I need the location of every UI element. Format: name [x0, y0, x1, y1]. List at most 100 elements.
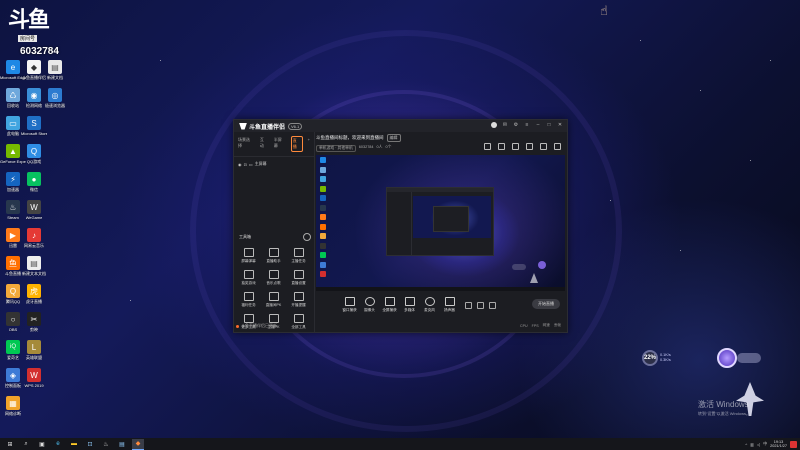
platform-logo: 斗鱼 — [8, 7, 50, 33]
clock[interactable]: 19:13 2021/1/27 — [770, 440, 787, 448]
tool-assistant[interactable]: 直播助手 — [261, 248, 286, 264]
window-controls: ✉ ⚙ ≡ – □ ✕ — [491, 122, 563, 128]
volume-icon[interactable]: ◁ — [757, 442, 760, 447]
toolbox-title: 工具箱 — [239, 234, 251, 239]
link-icon[interactable] — [554, 143, 561, 150]
start-live-button[interactable]: 开始直播 — [532, 299, 560, 309]
notification-icon[interactable] — [790, 440, 797, 448]
app-icon: ▶ — [6, 228, 20, 242]
share-icon[interactable] — [484, 143, 491, 150]
screen-icon — [243, 248, 254, 257]
stream-preview[interactable] — [316, 155, 565, 291]
desktop-icon[interactable]: ♪ 网易云音乐 — [21, 228, 47, 255]
streamer-badge: 斗鱼 房间号 6032784 — [2, 2, 62, 57]
desktop-icon[interactable]: S Microsoft Store — [21, 116, 47, 143]
window-capture-button[interactable]: 窗口捕获 — [340, 297, 359, 313]
chevron-up-icon[interactable]: ^ — [745, 442, 747, 447]
desktop-icon[interactable]: W WeGame — [21, 200, 47, 227]
desktop-icon[interactable]: Q QQ游戏 — [21, 144, 47, 171]
speaker-button[interactable]: 扬声器 — [440, 297, 459, 313]
tab-scene-select[interactable]: 场景选择 — [237, 136, 255, 152]
message-icon[interactable]: ✉ — [502, 122, 508, 128]
app-icon[interactable]: ▤ — [116, 439, 128, 449]
snapshot-icon[interactable] — [526, 143, 533, 150]
floating-logo-widget[interactable] — [717, 348, 767, 370]
camera-icon — [364, 297, 375, 306]
mini-icon — [320, 185, 326, 192]
tool-room-pk[interactable]: 直播间PK — [261, 292, 286, 308]
mini-icon — [320, 195, 326, 201]
camera-button[interactable]: 摄像头 — [360, 297, 379, 313]
menu-icon[interactable]: ≡ — [524, 122, 530, 128]
category-chip[interactable]: 单机游戏 · 其他单机 — [316, 145, 356, 152]
tool-lottery[interactable]: 抽奖游戏 — [236, 270, 261, 286]
eye-icon[interactable]: ◉ — [238, 162, 242, 167]
start-button[interactable]: ⊞ — [4, 439, 16, 449]
desktop-icon[interactable]: ● 微信 — [21, 172, 47, 199]
toolbox-settings-icon[interactable] — [303, 233, 311, 241]
chat-icon[interactable] — [540, 143, 547, 150]
update-notice[interactable]: 斗鱼直播伴侣已更新 — [236, 323, 277, 329]
lock-icon[interactable]: ⊡ — [244, 162, 247, 167]
desktop-icon[interactable]: W WPS 2019 — [21, 368, 47, 395]
task-view-icon[interactable]: ▣ — [36, 439, 48, 449]
minimize-icon[interactable]: – — [535, 122, 541, 128]
copy-icon[interactable] — [498, 143, 505, 150]
explorer-icon[interactable]: ▬ — [68, 439, 80, 449]
desktop-icon[interactable]: ▦ 网络诊断 — [0, 396, 26, 423]
add-tab-icon[interactable]: + — [307, 136, 311, 152]
timer-icon[interactable] — [477, 301, 484, 309]
network-icon[interactable]: ▥ — [750, 442, 754, 447]
gift-count: 0个 — [385, 145, 392, 149]
maximize-icon[interactable]: □ — [546, 122, 552, 128]
network-monitor-widget[interactable]: 22% 0.1K/s 0.3K/s — [642, 350, 686, 366]
window-icon — [344, 297, 355, 306]
streaming-app-window: 斗鱼直播伴侣 V6.1 ✉ ⚙ ≡ – □ ✕ 场景选择 互动 半屏幕 直播 +… — [233, 119, 568, 333]
settings-icon[interactable]: ⚙ — [513, 122, 519, 128]
user-avatar[interactable] — [491, 122, 497, 128]
search-icon[interactable]: ⌕ — [20, 439, 32, 449]
gear-icon[interactable] — [489, 301, 496, 309]
activate-windows-watermark: 激活 Windows 转到“设置”以激活 Windows。 — [698, 399, 750, 417]
edge-icon[interactable]: e — [52, 439, 64, 449]
tool-screen-danmaku[interactable]: 屏幕弹幕 — [236, 248, 261, 264]
record-icon[interactable] — [512, 143, 519, 150]
scene-item[interactable]: ◉ ⊡ ▭ 主屏幕 — [234, 157, 314, 171]
screen-capture-button[interactable]: 全屏捕获 — [380, 297, 399, 313]
tool-all[interactable]: 全部工具 — [286, 314, 311, 330]
tab-interact[interactable]: 互动 — [259, 136, 269, 152]
store-icon[interactable]: ⊡ — [84, 439, 96, 449]
desktop-icon[interactable]: ✂ 剪映 — [21, 312, 47, 339]
mini-icon — [320, 157, 326, 163]
desktop-icon[interactable]: L 英雄联盟 — [21, 340, 47, 367]
input-language[interactable]: 中 — [763, 441, 767, 447]
steam-icon[interactable]: ♨ — [100, 439, 112, 449]
tool-welfare[interactable]: 福利任务 — [236, 292, 261, 308]
desktop-icon[interactable]: ▤ 新建文档 — [42, 60, 68, 87]
wps-icon: W — [27, 368, 41, 382]
tab-live[interactable]: 直播 — [290, 136, 303, 152]
wechat-icon: ● — [27, 172, 41, 186]
edit-title-button[interactable]: 编辑 — [386, 134, 401, 142]
nested-inner-window — [433, 206, 469, 232]
desktop-icon[interactable]: ◎ 极速浏览器 — [42, 88, 68, 115]
network-stat: 网速 — [542, 323, 550, 327]
desktop-icon[interactable]: ▤ 新建文本文档 — [21, 256, 47, 283]
tool-music[interactable]: 音乐点歌 — [261, 270, 286, 286]
pk-icon — [268, 292, 279, 301]
microphone-button[interactable]: 麦克风 — [420, 297, 439, 313]
viewer-count: 0人 — [376, 145, 383, 149]
window-titlebar[interactable]: 斗鱼直播伴侣 V6.1 ✉ ⚙ ≡ – □ ✕ — [234, 120, 567, 132]
streaming-app-taskbar-icon[interactable]: ◆ — [132, 438, 144, 450]
close-icon[interactable]: ✕ — [557, 122, 563, 128]
star — [770, 60, 771, 61]
tool-reminder[interactable]: 开播提醒 — [286, 292, 311, 308]
mini-icon — [320, 233, 326, 239]
tab-half-screen[interactable]: 半屏幕 — [273, 136, 287, 152]
scene-name: 主屏幕 — [254, 161, 267, 166]
tool-tasks[interactable]: 主播任务 — [286, 248, 311, 264]
desktop-icon[interactable]: 虎虎牙直播 — [21, 284, 47, 311]
tool-live-settings[interactable]: 直播设置 — [286, 270, 311, 286]
media-button[interactable]: 多媒体 — [400, 297, 419, 313]
record-video-icon[interactable] — [465, 301, 472, 309]
